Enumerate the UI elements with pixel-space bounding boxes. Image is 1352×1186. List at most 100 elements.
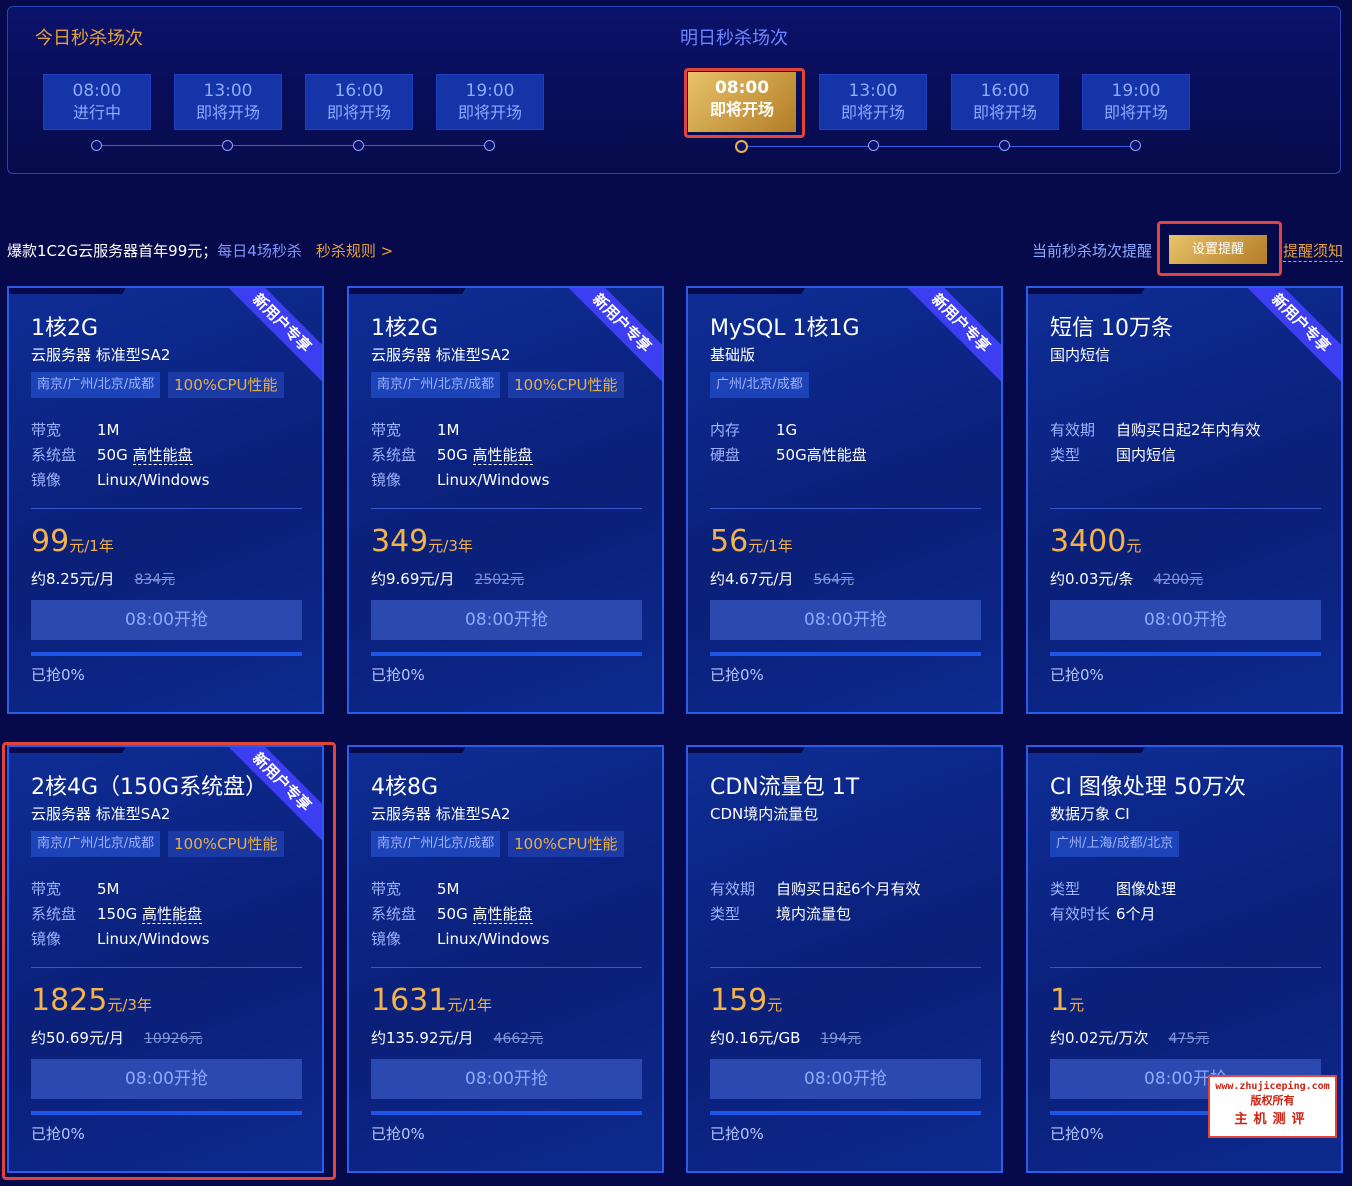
timeline-dot [999, 140, 1010, 151]
today-slot-1600[interactable]: 16:00 即将开场 [305, 74, 413, 130]
card-notch [1028, 747, 1146, 753]
price-unit: 元/1年 [447, 996, 492, 1014]
spec-value: 自购买日起2年内有效 [1116, 418, 1261, 443]
progress-bar [31, 652, 302, 656]
disk-type-link[interactable]: 高性能盘 [472, 446, 533, 465]
spec-key: 内存 [710, 421, 741, 439]
spec-row: 系统盘 50G 高性能盘 [31, 443, 209, 468]
disk-type-link[interactable]: 高性能盘 [472, 905, 533, 924]
slot-status: 即将开场 [972, 103, 1037, 122]
slot-time: 19:00 [1111, 81, 1161, 101]
slot-status: 即将开场 [457, 103, 522, 122]
buy-button[interactable]: 08:00开抢 [710, 1059, 981, 1099]
product-card: 新用户专享 MySQL 1核1G 基础版 广州/北京/成都 内存 1G 硬盘 50G高性能盘 5… [686, 286, 1003, 714]
grabbed-percent: 已抢0% [1050, 666, 1104, 684]
buy-button[interactable]: 08:00开抢 [1050, 600, 1321, 640]
timeline-dot [91, 140, 102, 151]
spec-value-text: 境内流量包 [776, 905, 852, 923]
spec-key: 带宽 [31, 421, 62, 439]
card-divider [31, 508, 302, 509]
card-specs: 带宽 5M 系统盘 50G 高性能盘 镜像 Linux/Windows [371, 877, 549, 952]
spec-value: 50G 高性能盘 [437, 443, 533, 468]
timeline-dot [222, 140, 233, 151]
tomorrow-slot-1900[interactable]: 19:00 即将开场 [1082, 74, 1190, 130]
today-slot-0800[interactable]: 08:00 进行中 [43, 74, 151, 130]
card-specs: 有效期 自购买日起2年内有效 类型 国内短信 [1050, 418, 1261, 468]
spec-key: 带宽 [371, 880, 402, 898]
card-specs: 带宽 1M 系统盘 50G 高性能盘 镜像 Linux/Windows [371, 418, 549, 493]
card-divider [710, 508, 981, 509]
monthly-price: 约0.16元/GB [710, 1029, 801, 1047]
buy-button[interactable]: 08:00开抢 [371, 1059, 642, 1099]
today-slot-1900[interactable]: 19:00 即将开场 [436, 74, 544, 130]
card-price: 1631元/1年 [371, 983, 492, 1018]
watermark-brand: 主机测评 [1234, 1112, 1311, 1127]
card-subtitle: 国内短信 [1050, 346, 1111, 364]
reminder-notice-link[interactable]: 提醒须知 [1283, 240, 1344, 262]
product-card: 4核8G 云服务器 标准型SA2 南京/广州/北京/成都 100%CPU性能 带宽 5M 系… [347, 745, 664, 1173]
today-slot-1300[interactable]: 13:00 即将开场 [174, 74, 282, 130]
card-specs: 内存 1G 硬盘 50G高性能盘 [710, 418, 867, 468]
card-subtitle: 云服务器 标准型SA2 [371, 346, 511, 364]
spec-value-text: 6个月 [1116, 905, 1156, 923]
new-user-ribbon: 新用户专享 [895, 288, 1001, 389]
spec-key: 系统盘 [31, 446, 77, 464]
remind-label: 当前秒杀场次提醒 [1032, 242, 1153, 260]
spec-value: Linux/Windows [437, 468, 549, 493]
spec-value: 50G 高性能盘 [437, 902, 533, 927]
price-unit: 元 [1069, 996, 1085, 1014]
promo-headline: 爆款1C2G云服务器首年99元； [7, 242, 218, 260]
card-monthly: 约0.03元/条 4200元 [1050, 568, 1203, 589]
progress-bar [371, 1111, 642, 1115]
buy-button[interactable]: 08:00开抢 [710, 600, 981, 640]
price-value: 159 [710, 983, 768, 1018]
card-tag: 100%CPU性能 [168, 372, 284, 398]
tomorrow-timeline [748, 146, 1136, 147]
buy-button[interactable]: 08:00开抢 [371, 600, 642, 640]
card-tags: 南京/广州/北京/成都 100%CPU性能 [31, 372, 284, 398]
spec-value-text: 50G高性能盘 [776, 446, 867, 464]
timeline-dot [868, 140, 879, 151]
spec-value: Linux/Windows [437, 927, 549, 952]
spec-row: 类型 图像处理 [1050, 877, 1176, 902]
spec-row: 镜像 Linux/Windows [31, 468, 209, 493]
spec-row: 镜像 Linux/Windows [371, 927, 549, 952]
card-price: 349元/3年 [371, 524, 473, 559]
price-value: 99 [31, 524, 70, 559]
card-notch [349, 747, 467, 753]
tomorrow-sessions-title: 明日秒杀场次 [680, 28, 788, 49]
spec-value-text: 50G [437, 446, 468, 464]
card-subtitle: 云服务器 标准型SA2 [31, 346, 171, 364]
promo-sub: 每日4场秒杀 [217, 242, 302, 260]
card-tags: 南京/广州/北京/成都 100%CPU性能 [371, 372, 624, 398]
slot-time: 16:00 [334, 81, 384, 101]
card-subtitle: 数据万象 CI [1050, 805, 1130, 823]
grabbed-percent: 已抢0% [371, 1125, 425, 1143]
tomorrow-slot-1300[interactable]: 13:00 即将开场 [819, 74, 927, 130]
spec-key: 有效时长 [1050, 905, 1111, 923]
monthly-price: 约8.25元/月 [31, 570, 115, 588]
card-monthly: 约4.67元/月 564元 [710, 568, 854, 589]
disk-type-link[interactable]: 高性能盘 [132, 446, 193, 465]
spec-value: 图像处理 [1116, 877, 1176, 902]
spec-value-text: 自购买日起6个月有效 [776, 880, 921, 898]
tomorrow-slot-1600[interactable]: 16:00 即将开场 [951, 74, 1059, 130]
original-price: 4662元 [493, 1031, 544, 1047]
spec-value: Linux/Windows [97, 468, 209, 493]
price-value: 1 [1050, 983, 1070, 1018]
price-value: 1631 [371, 983, 448, 1018]
spec-key: 系统盘 [371, 905, 417, 923]
card-tag: 100%CPU性能 [508, 831, 624, 857]
card-monthly: 约9.69元/月 2502元 [371, 568, 524, 589]
original-price: 834元 [134, 572, 176, 588]
buy-button[interactable]: 08:00开抢 [31, 600, 302, 640]
rules-link[interactable]: 秒杀规则 > [316, 242, 393, 260]
product-card: CDN流量包 1T CDN境内流量包 有效期 自购买日起6个月有效 类型 境内流量包 159… [686, 745, 1003, 1173]
card-title: 1核2G [371, 316, 439, 341]
spec-key: 镜像 [371, 471, 402, 489]
spec-row: 有效时长 6个月 [1050, 902, 1176, 927]
grabbed-percent: 已抢0% [1050, 1125, 1104, 1143]
card-divider [371, 508, 642, 509]
today-sessions-title: 今日秒杀场次 [35, 28, 143, 49]
card-tag: 100%CPU性能 [508, 372, 624, 398]
